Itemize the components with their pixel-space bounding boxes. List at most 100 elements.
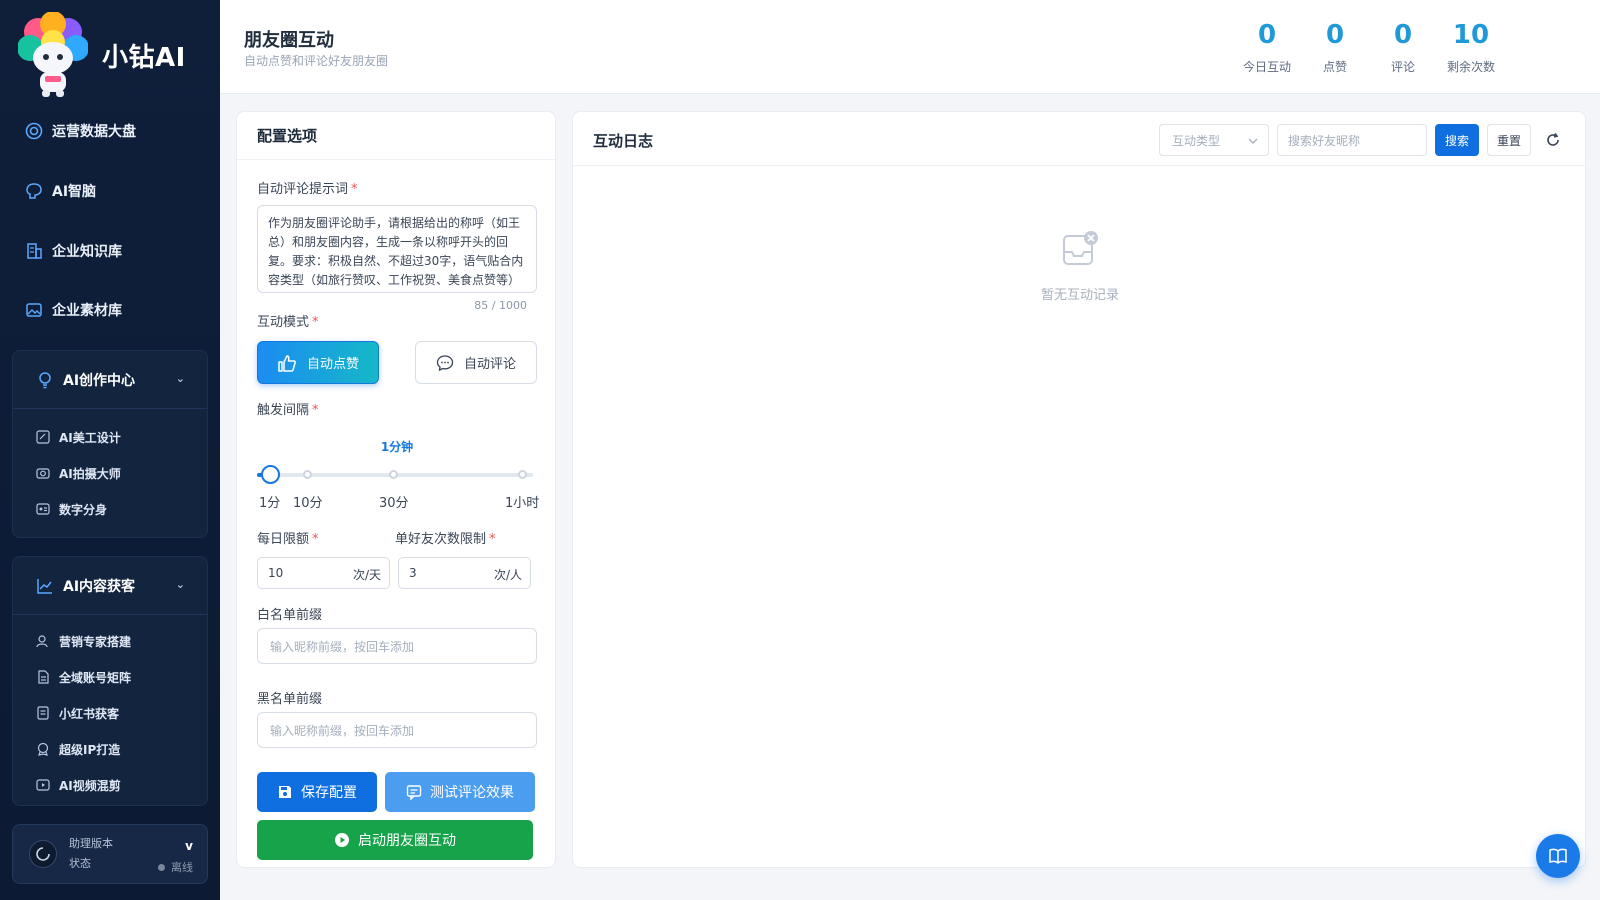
nav-item-knowledge-base[interactable]: 企业知识库 — [24, 238, 122, 264]
video-icon — [35, 777, 51, 793]
nav-item-material-library[interactable]: 企业素材库 — [24, 297, 122, 323]
stat-label: 剩余次数 — [1446, 60, 1495, 74]
auto-like-button[interactable]: 自动点赞 — [257, 341, 379, 384]
reset-button[interactable]: 重置 — [1487, 124, 1531, 156]
thumbs-up-icon — [277, 353, 297, 373]
sub-item-label: AI拍摄大师 — [59, 466, 121, 481]
nav-item-dashboard[interactable]: 运营数据大盘 — [24, 118, 136, 144]
save-config-button[interactable]: 保存配置 — [257, 772, 377, 812]
help-book-button[interactable] — [1536, 834, 1580, 878]
sub-item-label: 数字分身 — [59, 502, 108, 517]
save-config-label: 保存配置 — [301, 785, 357, 801]
sub-item-digital-avatar[interactable]: 数字分身 — [13, 491, 207, 527]
slider-tick — [389, 470, 398, 479]
assistant-version-label: 助理版本 — [69, 837, 113, 850]
daily-limit-input[interactable]: 10 次/天 — [257, 557, 390, 589]
stat-likes: 0 点赞 — [1300, 20, 1370, 75]
auto-like-label: 自动点赞 — [306, 357, 359, 372]
sub-item-label: 超级IP打造 — [59, 742, 121, 757]
nav-label: 运营数据大盘 — [52, 124, 136, 140]
nav-label: AI智脑 — [52, 184, 97, 200]
prompt-label-text: 自动评论提示词 — [257, 182, 349, 197]
sub-item-ai-video-mix[interactable]: AI视频混剪 — [13, 767, 207, 803]
slider-tick — [518, 470, 527, 479]
nav-label: 企业素材库 — [52, 303, 122, 319]
daily-limit-unit: 次/天 — [352, 568, 381, 582]
mascot-logo-icon — [17, 11, 89, 98]
search-button[interactable]: 搜索 — [1435, 124, 1479, 156]
loading-spinner-icon — [29, 840, 57, 868]
chevron-down-icon: ⌄ — [175, 372, 185, 385]
group-header-ai-creation[interactable]: AI创作中心 ⌄ — [13, 351, 207, 409]
per-friend-limit-input[interactable]: 3 次/人 — [398, 557, 531, 589]
interval-value: 1分钟 — [380, 440, 414, 454]
sub-item-ai-design[interactable]: AI美工设计 — [13, 419, 207, 455]
sub-item-label: 小红书获客 — [59, 706, 120, 721]
stat-comments: 0 评论 — [1368, 20, 1438, 75]
stat-label: 今日互动 — [1242, 60, 1291, 74]
camera-icon — [35, 465, 51, 481]
interval-label-text: 触发间隔 — [257, 403, 310, 418]
play-circle-icon — [334, 832, 350, 848]
daily-limit-label-text: 每日限额 — [257, 532, 310, 547]
assistant-status-label: 状态 — [69, 857, 91, 870]
user-icon — [35, 633, 51, 649]
sub-item-label: 营销专家搭建 — [59, 634, 132, 649]
interaction-type-placeholder: 互动类型 — [1172, 133, 1221, 148]
whitelist-input[interactable]: 输入昵称前缀，按回车添加 — [257, 628, 537, 664]
interval-label: 触发间隔 * — [257, 399, 319, 418]
required-mark: * — [312, 403, 319, 418]
chevron-down-icon — [1248, 135, 1258, 149]
sub-item-label: AI美工设计 — [59, 430, 121, 445]
prompt-textarea[interactable]: 作为朋友圈评论助手，请根据给出的称呼（如王总）和朋友圈内容，生成一条以称呼开头的… — [257, 205, 537, 293]
trend-icon — [35, 576, 55, 596]
stat-value: 10 — [1452, 20, 1490, 50]
book-icon — [35, 705, 51, 721]
per-friend-limit-unit: 次/人 — [493, 568, 522, 582]
config-panel: 配置选项 自动评论提示词 * 作为朋友圈评论助手，请根据给出的称呼（如王总）和朋友… — [236, 111, 556, 868]
image-icon — [24, 300, 44, 320]
sub-item-ai-photographer[interactable]: AI拍摄大师 — [13, 455, 207, 491]
stat-label: 点赞 — [1322, 60, 1347, 74]
start-interaction-button[interactable]: 启动朋友圈互动 — [257, 820, 533, 860]
assistant-status-card[interactable]: 助理版本 状态 v 离线 — [12, 824, 208, 884]
slider-tick — [303, 470, 312, 479]
badge-icon — [35, 741, 51, 757]
friend-search-input[interactable]: 搜索好友昵称 — [1277, 124, 1427, 156]
test-comment-button[interactable]: 测试评论效果 — [385, 772, 535, 812]
per-friend-label-text: 单好友次数限制 — [395, 532, 487, 547]
comment-bubble-icon — [436, 354, 454, 372]
per-friend-limit-value: 3 — [409, 566, 417, 580]
page-title: 朋友圈互动 — [244, 30, 334, 51]
sub-item-xiaohongshu[interactable]: 小红书获客 — [13, 695, 207, 731]
group-label: AI创作中心 — [63, 372, 136, 389]
design-icon — [35, 429, 51, 445]
assistant-status-value: 离线 — [158, 859, 193, 875]
auto-comment-button[interactable]: 自动评论 — [415, 341, 537, 384]
group-header-ai-content[interactable]: AI内容获客 ⌄ — [13, 557, 207, 615]
sub-item-super-ip[interactable]: 超级IP打造 — [13, 731, 207, 767]
test-comment-label: 测试评论效果 — [430, 785, 514, 801]
page-header: 朋友圈互动 自动点赞和评论好友朋友圈 0 今日互动 0 点赞 0 评论 10 剩… — [220, 0, 1600, 94]
blacklist-input[interactable]: 输入昵称前缀，按回车添加 — [257, 712, 537, 748]
nav-group-ai-creation: AI创作中心 ⌄ AI美工设计 AI拍摄大师 数字分身 — [12, 350, 208, 538]
refresh-icon[interactable] — [1543, 130, 1563, 150]
bulb-icon — [35, 370, 55, 390]
sub-item-marketing-expert[interactable]: 营销专家搭建 — [13, 623, 207, 659]
auto-comment-label: 自动评论 — [463, 357, 516, 372]
sub-item-account-matrix[interactable]: 全域账号矩阵 — [13, 659, 207, 695]
nav-item-ai-brain[interactable]: AI智脑 — [24, 178, 96, 204]
status-text: 离线 — [171, 861, 193, 874]
empty-state: 暂无互动记录 — [573, 230, 1587, 303]
slider-mark: 1小时 — [505, 496, 540, 511]
page-subtitle: 自动点赞和评论好友朋友圈 — [244, 54, 389, 68]
brand-logo[interactable]: 小钻AI — [17, 10, 208, 100]
start-interaction-label: 启动朋友圈互动 — [358, 833, 456, 849]
interaction-type-select[interactable]: 互动类型 — [1159, 124, 1269, 156]
slider-mark: 10分 — [293, 496, 323, 511]
brain-icon — [24, 181, 44, 201]
log-panel-header: 互动日志 互动类型 搜索好友昵称 搜索 重置 — [573, 112, 1585, 166]
stat-label: 评论 — [1390, 60, 1415, 74]
interval-slider-thumb[interactable] — [261, 465, 280, 484]
daily-limit-value: 10 — [268, 566, 284, 580]
